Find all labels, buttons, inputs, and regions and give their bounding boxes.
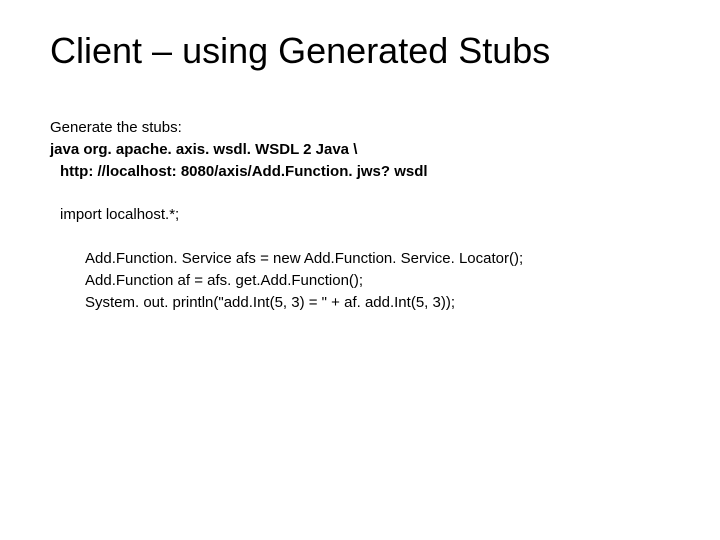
slide-body: Generate the stubs: java org. apache. ax… — [50, 117, 670, 313]
spacer — [50, 226, 670, 248]
code-line-2: Add.Function af = afs. get.Add.Function(… — [50, 270, 670, 292]
java-command-line2: http: //localhost: 8080/axis/Add.Functio… — [50, 161, 670, 183]
slide: Client – using Generated Stubs Generate … — [0, 0, 720, 540]
code-line-1: Add.Function. Service afs = new Add.Func… — [50, 248, 670, 270]
import-line: import localhost.*; — [50, 204, 670, 226]
stub-intro: Generate the stubs: — [50, 117, 670, 139]
slide-title: Client – using Generated Stubs — [50, 30, 670, 72]
spacer — [50, 182, 670, 204]
code-line-3: System. out. println("add.Int(5, 3) = " … — [50, 292, 670, 314]
java-command-line1: java org. apache. axis. wsdl. WSDL 2 Jav… — [50, 139, 670, 161]
